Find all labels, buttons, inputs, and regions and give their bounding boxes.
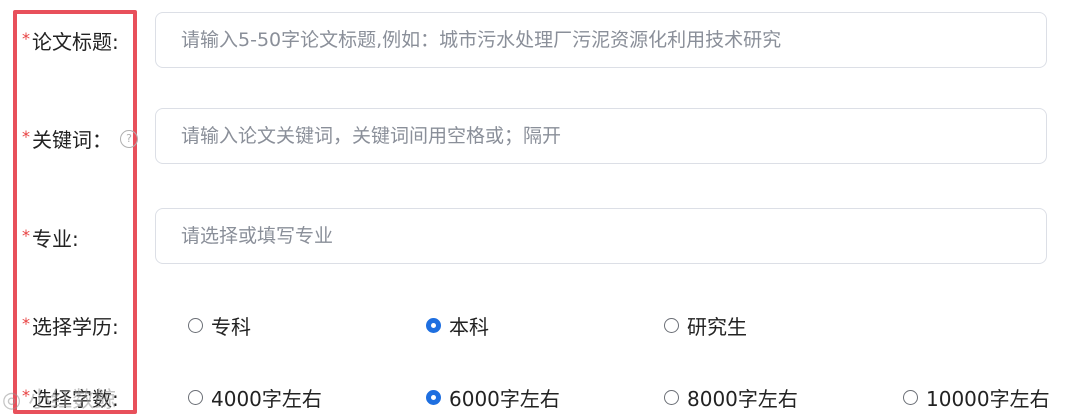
major-label-row: * 专业: bbox=[22, 223, 79, 252]
major-input[interactable] bbox=[179, 224, 1046, 248]
keywords-label: 关键词： bbox=[32, 128, 112, 152]
keywords-field[interactable] bbox=[155, 108, 1047, 164]
radio-circle-selected[interactable] bbox=[426, 318, 441, 333]
required-mark: * bbox=[22, 314, 30, 333]
radio-label: 8000字左右 bbox=[687, 387, 798, 411]
radio-label: 6000字左右 bbox=[449, 387, 560, 411]
help-icon[interactable]: ? bbox=[120, 129, 138, 148]
radio-circle[interactable] bbox=[188, 390, 203, 405]
radio-circle[interactable] bbox=[664, 318, 679, 333]
radio-circle-selected[interactable] bbox=[426, 390, 441, 405]
major-label: 专业: bbox=[32, 227, 79, 251]
wordcount-option-4000[interactable]: 4000字左右 bbox=[188, 383, 322, 412]
required-mark: * bbox=[22, 127, 30, 146]
watermark: ◎ 小红数鲸 bbox=[2, 388, 117, 413]
radio-label: 4000字左右 bbox=[211, 387, 322, 411]
title-label: 论文标题: bbox=[32, 30, 119, 54]
education-option-benke[interactable]: 本科 bbox=[426, 311, 489, 340]
education-label-row: * 选择学历: bbox=[22, 311, 119, 340]
radio-circle[interactable] bbox=[664, 390, 679, 405]
radio-label: 研究生 bbox=[687, 315, 747, 339]
title-input[interactable] bbox=[179, 28, 1046, 52]
education-option-yanjiusheng[interactable]: 研究生 bbox=[664, 311, 747, 340]
wordcount-option-8000[interactable]: 8000字左右 bbox=[664, 383, 798, 412]
radio-label: 专科 bbox=[211, 315, 251, 339]
education-option-zhuanke[interactable]: 专科 bbox=[188, 311, 251, 340]
required-mark: * bbox=[22, 226, 30, 245]
education-label: 选择学历: bbox=[32, 315, 119, 339]
title-field[interactable] bbox=[155, 12, 1047, 68]
title-label-row: * 论文标题: bbox=[22, 26, 119, 55]
radio-label: 本科 bbox=[449, 315, 489, 339]
wordcount-option-10000[interactable]: 10000字左右 bbox=[903, 383, 1050, 412]
wordcount-option-6000[interactable]: 6000字左右 bbox=[426, 383, 560, 412]
major-field[interactable] bbox=[155, 208, 1047, 264]
keywords-label-row: * 关键词： ? bbox=[22, 124, 138, 153]
radio-circle[interactable] bbox=[188, 318, 203, 333]
keywords-input[interactable] bbox=[179, 124, 1046, 148]
required-mark: * bbox=[22, 29, 30, 48]
radio-circle[interactable] bbox=[903, 390, 918, 405]
radio-label: 10000字左右 bbox=[926, 387, 1050, 411]
highlight-box bbox=[13, 10, 137, 414]
